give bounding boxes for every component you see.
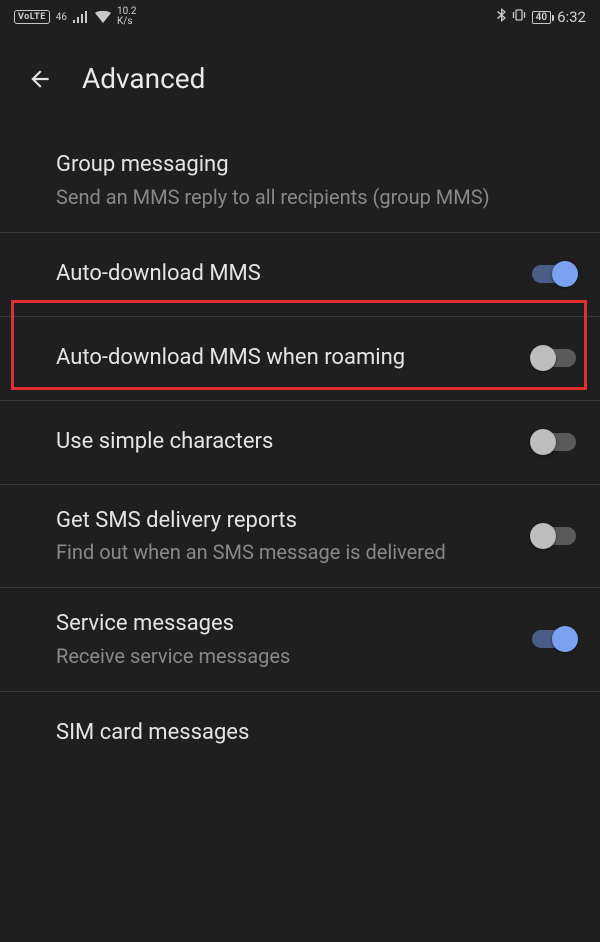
battery-icon: 40 <box>532 11 551 24</box>
network-4g-icon: 46 <box>56 13 67 22</box>
arrow-back-icon <box>27 66 53 92</box>
status-right: 40 6:32 <box>496 8 586 26</box>
setting-service-messages[interactable]: Service messages Receive service message… <box>0 588 600 692</box>
setting-sim-card-messages[interactable]: SIM card messages <box>0 692 600 776</box>
status-bar: VoLTE 46 10.2 K/s 40 6:32 <box>0 0 600 34</box>
signal-icon <box>73 11 89 23</box>
setting-title: Group messaging <box>56 151 556 180</box>
bluetooth-icon <box>496 8 506 26</box>
settings-list: Group messaging Send an MMS reply to all… <box>0 129 600 776</box>
toggle-service-messages[interactable] <box>532 630 576 648</box>
app-bar: Advanced <box>0 34 600 129</box>
setting-auto-download-roaming[interactable]: Auto-download MMS when roaming <box>0 317 600 401</box>
setting-title: SIM card messages <box>56 719 556 748</box>
status-left: VoLTE 46 10.2 K/s <box>14 7 137 27</box>
vibrate-icon <box>512 8 526 26</box>
setting-title: Auto-download MMS when roaming <box>56 344 512 373</box>
setting-subtitle: Find out when an SMS message is delivere… <box>56 539 512 565</box>
setting-group-messaging[interactable]: Group messaging Send an MMS reply to all… <box>0 129 600 233</box>
setting-subtitle: Send an MMS reply to all recipients (gro… <box>56 184 556 210</box>
back-button[interactable] <box>24 63 56 95</box>
setting-auto-download-mms[interactable]: Auto-download MMS <box>0 233 600 317</box>
volte-icon: VoLTE <box>14 10 50 24</box>
network-speed: 10.2 K/s <box>117 7 137 27</box>
setting-title: Auto-download MMS <box>56 260 512 289</box>
setting-subtitle: Receive service messages <box>56 643 512 669</box>
setting-delivery-reports[interactable]: Get SMS delivery reports Find out when a… <box>0 485 600 589</box>
setting-title: Get SMS delivery reports <box>56 507 512 536</box>
setting-title: Use simple characters <box>56 428 512 457</box>
setting-title: Service messages <box>56 610 512 639</box>
toggle-auto-download-roaming[interactable] <box>532 349 576 367</box>
status-time: 6:32 <box>557 8 586 26</box>
setting-simple-characters[interactable]: Use simple characters <box>0 401 600 485</box>
wifi-icon <box>95 11 111 23</box>
toggle-auto-download-mms[interactable] <box>532 265 576 283</box>
toggle-simple-characters[interactable] <box>532 433 576 451</box>
page-title: Advanced <box>82 62 205 95</box>
toggle-delivery-reports[interactable] <box>532 527 576 545</box>
